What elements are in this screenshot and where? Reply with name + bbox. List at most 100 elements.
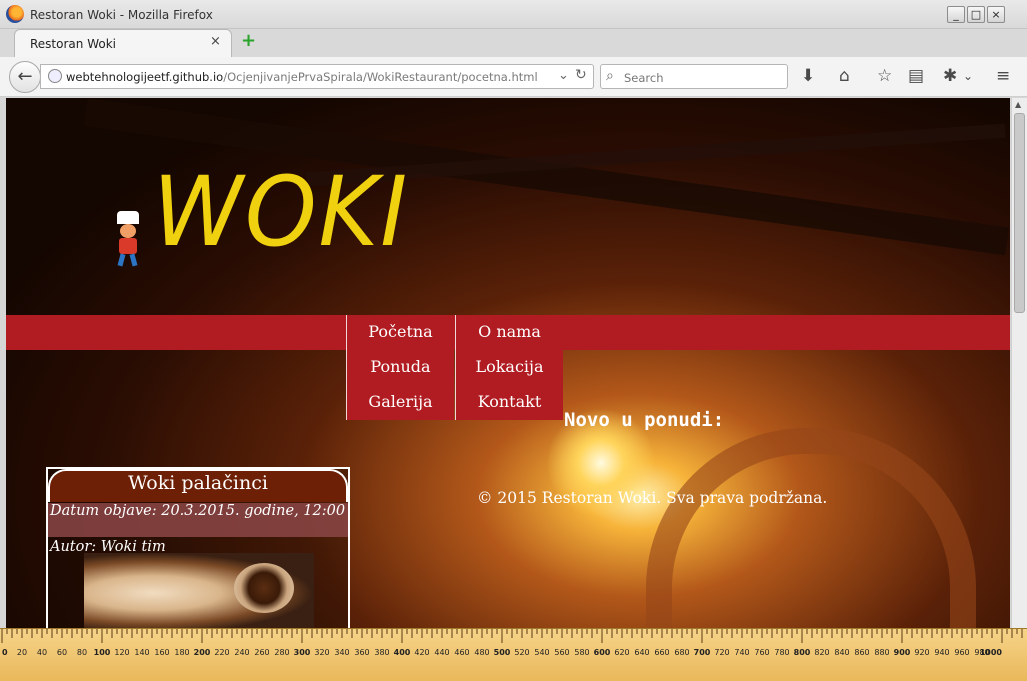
ruler-label: 120 xyxy=(114,648,129,657)
ruler-label: 540 xyxy=(534,648,549,657)
ruler-label: 60 xyxy=(57,648,67,657)
ruler-label: 640 xyxy=(634,648,649,657)
pancake-chocolate xyxy=(234,563,294,613)
ruler-label: 680 xyxy=(674,648,689,657)
scrollbar-thumb[interactable] xyxy=(1014,113,1025,313)
bookmark-star-icon[interactable]: ☆ xyxy=(877,66,892,86)
new-tab-button[interactable]: + xyxy=(241,31,256,51)
ruler-label: 920 xyxy=(914,648,929,657)
minimize-button[interactable]: _ xyxy=(947,6,965,23)
ruler-label: 700 xyxy=(694,648,711,657)
menu-item-galerija[interactable]: Galerija xyxy=(346,385,454,420)
menu-item-pocetna[interactable]: Početna xyxy=(346,315,454,350)
search-placeholder: Search xyxy=(624,71,664,85)
ruler-label: 260 xyxy=(254,648,269,657)
ruler-label: 320 xyxy=(314,648,329,657)
ruler-label: 660 xyxy=(654,648,669,657)
tab-label: Restoran Woki xyxy=(30,37,116,51)
ruler-label: 840 xyxy=(834,648,849,657)
ruler-label: 600 xyxy=(594,648,611,657)
navigation-toolbar: ← webtehnologijeetf.github.io/Ocjenjivan… xyxy=(0,57,1027,97)
ruler-label: 940 xyxy=(934,648,949,657)
ruler-label: 20 xyxy=(17,648,27,657)
tab-close-icon[interactable]: × xyxy=(210,34,221,49)
ruler-label: 380 xyxy=(374,648,389,657)
window-title: Restoran Woki - Mozilla Firefox xyxy=(30,8,213,22)
ruler-label: 460 xyxy=(454,648,469,657)
web-page: WOKI Početna O nama Ponuda Lokacija Gale… xyxy=(6,98,1010,628)
ruler-label: 220 xyxy=(214,648,229,657)
ruler-label: 360 xyxy=(354,648,369,657)
chef-body xyxy=(119,238,137,254)
chef-leg xyxy=(117,253,126,267)
news-card-date: Datum objave: 20.3.2015. godine, 12:00 xyxy=(48,503,348,537)
browser-window: Restoran Woki - Mozilla Firefox _ □ × Re… xyxy=(0,0,1027,681)
ruler-label: 520 xyxy=(514,648,529,657)
menu-item-o-nama[interactable]: O nama xyxy=(455,315,563,350)
ruler-label: 0 xyxy=(2,648,8,657)
ruler-label: 300 xyxy=(294,648,311,657)
copyright-footer: © 2015 Restoran Woki. Sva prava podržana… xyxy=(477,489,828,507)
ruler-ticks: 0 20 40 60 80 100 120 140 160 180 200 220 240 260 280 3… xyxy=(1,629,1023,657)
ruler-label: 760 xyxy=(754,648,769,657)
ruler-label: 1000 xyxy=(980,648,1003,657)
ruler-label: 780 xyxy=(774,648,789,657)
back-button[interactable]: ← xyxy=(9,61,41,93)
logo-text: WOKI xyxy=(152,156,410,268)
ruler-label: 80 xyxy=(77,648,87,657)
reload-icon[interactable]: ↻ xyxy=(575,67,587,83)
chef-leg xyxy=(129,253,138,267)
addon-dropdown-icon[interactable]: ⌄ xyxy=(963,66,973,86)
url-path: /OcjenjivanjePrvaSpirala/WokiRestaurant/… xyxy=(223,70,538,84)
ruler-label: 860 xyxy=(854,648,869,657)
search-icon: ⌕ xyxy=(606,68,614,84)
download-icon[interactable]: ⬇ xyxy=(801,66,815,86)
vertical-scrollbar[interactable]: ▲ xyxy=(1011,98,1027,628)
news-card-title[interactable]: Woki palačinci xyxy=(48,472,348,494)
close-window-button[interactable]: × xyxy=(987,6,1005,23)
menu-item-lokacija[interactable]: Lokacija xyxy=(455,350,563,385)
ruler-label: 720 xyxy=(714,648,729,657)
main-menu: Početna O nama Ponuda Lokacija Galerija … xyxy=(346,315,564,420)
url-bar[interactable]: webtehnologijeetf.github.io/Ocjenjivanje… xyxy=(40,64,594,89)
ruler-label: 180 xyxy=(174,648,189,657)
ruler-label: 480 xyxy=(474,648,489,657)
url-text[interactable]: webtehnologijeetf.github.io/Ocjenjivanje… xyxy=(66,70,538,84)
menu-item-kontakt[interactable]: Kontakt xyxy=(455,385,563,420)
pancake-image xyxy=(84,553,314,628)
menu-item-ponuda[interactable]: Ponuda xyxy=(346,350,454,385)
background-arch xyxy=(646,428,976,628)
news-heading: Novo u ponudi: xyxy=(564,409,725,431)
chef-hat xyxy=(117,211,139,224)
menu-hamburger-icon[interactable]: ≡ xyxy=(996,66,1010,86)
ruler-label: 560 xyxy=(554,648,569,657)
news-card[interactable]: Woki palačinci Datum objave: 20.3.2015. … xyxy=(46,467,350,628)
addon-icon[interactable]: ✱ xyxy=(943,66,957,86)
ruler-label: 100 xyxy=(94,648,111,657)
ruler-label: 900 xyxy=(894,648,911,657)
reading-list-icon[interactable]: ▤ xyxy=(908,66,924,86)
ruler-label: 160 xyxy=(154,648,169,657)
chef-head xyxy=(120,224,136,238)
maximize-button[interactable]: □ xyxy=(967,6,985,23)
ruler-label: 820 xyxy=(814,648,829,657)
ruler-label: 440 xyxy=(434,648,449,657)
ruler-label: 280 xyxy=(274,648,289,657)
search-box[interactable]: ⌕ Search xyxy=(600,64,788,89)
ruler-label: 240 xyxy=(234,648,249,657)
ruler-label: 400 xyxy=(394,648,411,657)
ruler-label: 420 xyxy=(414,648,429,657)
url-host: webtehnologijeetf.github.io xyxy=(66,70,224,84)
site-logo[interactable]: WOKI xyxy=(106,156,407,280)
ruler-label: 40 xyxy=(37,648,47,657)
scroll-up-arrow-icon[interactable]: ▲ xyxy=(1015,100,1021,109)
ruler-label: 800 xyxy=(794,648,811,657)
tab-restoran-woki[interactable]: Restoran Woki × xyxy=(14,29,232,58)
ruler-label: 200 xyxy=(194,648,211,657)
screen-ruler: 0 20 40 60 80 100 120 140 160 180 200 220 240 260 280 3… xyxy=(0,628,1027,681)
tab-strip: Restoran Woki × xyxy=(0,29,1027,58)
url-dropdown-icon[interactable]: ⌄ xyxy=(558,68,569,83)
ruler-label: 500 xyxy=(494,648,511,657)
home-icon[interactable]: ⌂ xyxy=(839,66,850,86)
ruler-label: 340 xyxy=(334,648,349,657)
